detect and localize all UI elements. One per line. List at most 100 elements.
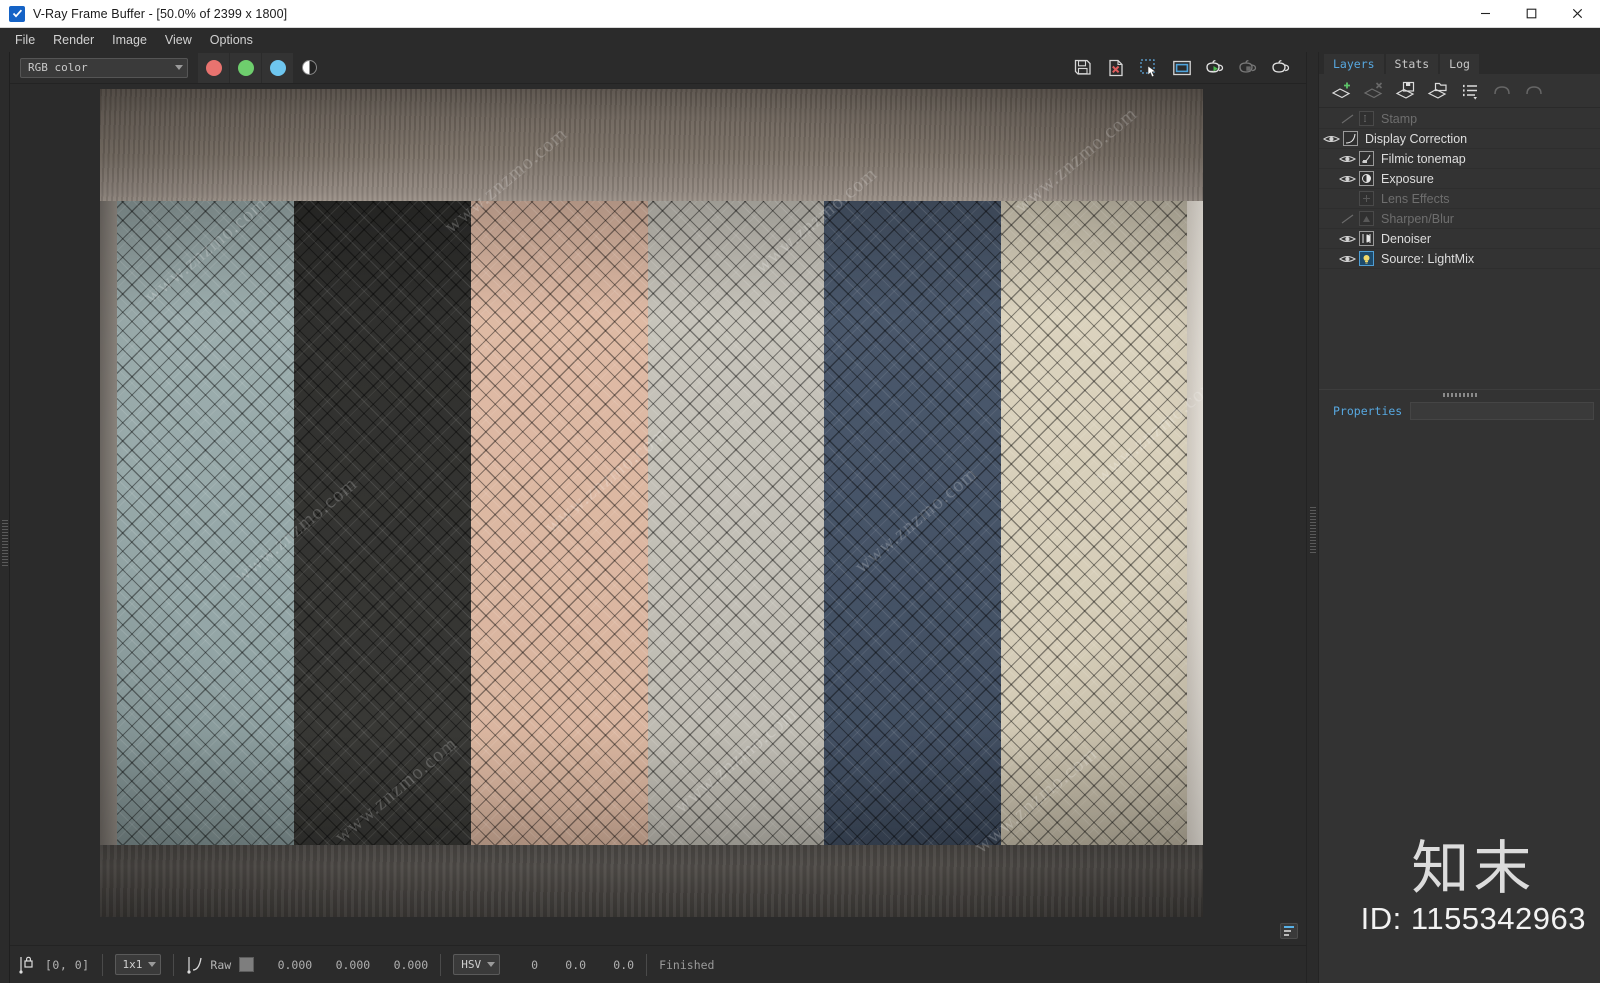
load-layers-button[interactable] (1423, 77, 1453, 105)
left-wall-return (100, 201, 117, 881)
divider-4 (646, 953, 648, 976)
vray-checkbox-icon (9, 5, 25, 22)
peach-herringbone (470, 201, 648, 847)
ceiling-beam (100, 89, 1203, 211)
red-channel-button[interactable] (198, 52, 229, 83)
close-button[interactable] (1554, 0, 1600, 28)
floor-surface (100, 845, 1203, 917)
render-last-button[interactable] (1265, 54, 1296, 82)
minimize-button[interactable] (1462, 0, 1508, 28)
green-channel-button[interactable] (230, 52, 261, 83)
menu-image[interactable]: Image (103, 30, 156, 50)
layer-row-source-lightmix[interactable]: Source: LightMix (1319, 249, 1600, 269)
left-splitter[interactable] (0, 52, 10, 983)
menu-view[interactable]: View (156, 30, 201, 50)
visibility-on-icon[interactable] (1335, 173, 1359, 185)
window-controls (1462, 0, 1600, 28)
lens-plus-icon (1359, 191, 1374, 206)
menu-render[interactable]: Render (44, 30, 103, 50)
vfb-tool-buttons (1067, 54, 1300, 82)
right-panel: Layers Stats Log Stamp Display Correctio… (1318, 52, 1600, 983)
half-circle-icon (302, 60, 317, 75)
layer-toolbar (1319, 74, 1600, 108)
layer-row-exposure[interactable]: Exposure (1319, 169, 1600, 189)
tab-stats[interactable]: Stats (1384, 53, 1440, 74)
tab-log[interactable]: Log (1439, 53, 1480, 74)
rendered-image: www.znzmo.com www.znzmo.com www.znzmo.co… (100, 89, 1203, 917)
layer-list: Stamp Display Correction Filmic tonemap … (1319, 108, 1600, 269)
layer-row-sharpen-blur[interactable]: Sharpen/Blur (1319, 209, 1600, 229)
stop-render-button[interactable] (1232, 54, 1263, 82)
tab-layers[interactable]: Layers (1323, 53, 1385, 74)
hsv-value-h: 0 (531, 957, 539, 972)
layer-presets-button[interactable] (1455, 77, 1485, 105)
add-layer-button[interactable] (1327, 77, 1357, 105)
hsv-value-s: 0.0 (565, 957, 587, 972)
lightmix-icon (1359, 251, 1374, 266)
pixel-lock-icon[interactable] (18, 955, 35, 974)
right-wall-return (1187, 201, 1203, 901)
track-mouse-button[interactable] (1166, 54, 1197, 82)
visibility-on-icon[interactable] (1335, 253, 1359, 265)
start-render-button[interactable] (1199, 54, 1230, 82)
corner-curve-icon (186, 955, 204, 974)
layer-row-display-correction[interactable]: Display Correction (1319, 129, 1600, 149)
menu-file[interactable]: File (6, 30, 44, 50)
visibility-off-icon[interactable] (1335, 113, 1359, 125)
remove-layer-button[interactable] (1359, 77, 1389, 105)
layer-label: Sharpen/Blur (1381, 211, 1454, 226)
filmic-icon (1359, 151, 1374, 166)
cream-herringbone (1001, 201, 1187, 847)
sharpen-icon (1359, 211, 1374, 226)
left-splitter-grip[interactable] (2, 520, 8, 566)
layer-row-lens-effects[interactable]: Lens Effects (1319, 189, 1600, 209)
channel-select[interactable]: RGB color (20, 57, 188, 78)
chevron-down-icon (148, 962, 157, 967)
menu-options[interactable]: Options (201, 30, 262, 50)
menu-bar: File Render Image View Options (0, 28, 1600, 52)
layer-label: Denoiser (1381, 231, 1432, 246)
layer-row-filmic-tonemap[interactable]: Filmic tonemap (1319, 149, 1600, 169)
blue-channel-button[interactable] (262, 52, 293, 83)
right-splitter-grip[interactable] (1310, 507, 1316, 553)
panel-splitter-grip[interactable] (1442, 392, 1477, 397)
divider-1 (101, 953, 103, 976)
visibility-on-icon[interactable] (1335, 233, 1359, 245)
panel-splitter[interactable] (1319, 389, 1600, 399)
sage-gray-herringbone (117, 201, 294, 847)
status-bar: [0, 0] 1x1 Raw 0.000 0.000 0.000 HSV 0 0… (10, 945, 1306, 983)
title-bar: V-Ray Frame Buffer - [50.0% of 2399 x 18… (0, 0, 1600, 28)
save-image-button[interactable] (1067, 54, 1098, 82)
vfb-toolbar: RGB color (10, 52, 1306, 84)
raw-color-swatch (239, 957, 255, 972)
layer-row-stamp[interactable]: Stamp (1319, 109, 1600, 129)
redo-button[interactable] (1519, 77, 1549, 105)
render-viewport[interactable]: www.znzmo.com www.znzmo.com www.znzmo.co… (10, 84, 1306, 945)
alpha-channel-button[interactable] (294, 53, 325, 83)
tab-properties[interactable]: Properties (1325, 401, 1410, 421)
image-info-toggle[interactable] (1280, 923, 1298, 939)
undo-button[interactable] (1487, 77, 1517, 105)
layer-row-denoiser[interactable]: Denoiser (1319, 229, 1600, 249)
channel-select-value: RGB color (28, 61, 88, 74)
rgb-value-r: 0.000 (277, 957, 313, 972)
visibility-on-icon[interactable] (1335, 153, 1359, 165)
pixel-coordinates: [0, 0] (45, 957, 90, 972)
color-mode-select[interactable]: HSV (453, 954, 501, 975)
navy-herringbone (824, 201, 1002, 847)
maximize-button[interactable] (1508, 0, 1554, 28)
save-layers-button[interactable] (1391, 77, 1421, 105)
visibility-off-icon[interactable] (1335, 213, 1359, 225)
rgb-value-b: 0.000 (393, 957, 429, 972)
clear-image-button[interactable] (1100, 54, 1131, 82)
stamp-icon (1359, 111, 1374, 126)
region-render-button[interactable] (1133, 54, 1164, 82)
curve-icon (1343, 131, 1358, 146)
properties-content-field[interactable] (1410, 402, 1594, 420)
zoom-level-select[interactable]: 1x1 (114, 954, 162, 975)
visibility-on-icon[interactable] (1319, 133, 1343, 145)
layer-label: Stamp (1381, 111, 1418, 126)
main-area: RGB color www.znzmo.com www.znzmo.com ww… (0, 52, 1600, 983)
warm-gray-herringbone (647, 201, 825, 847)
right-splitter[interactable] (1306, 52, 1318, 983)
